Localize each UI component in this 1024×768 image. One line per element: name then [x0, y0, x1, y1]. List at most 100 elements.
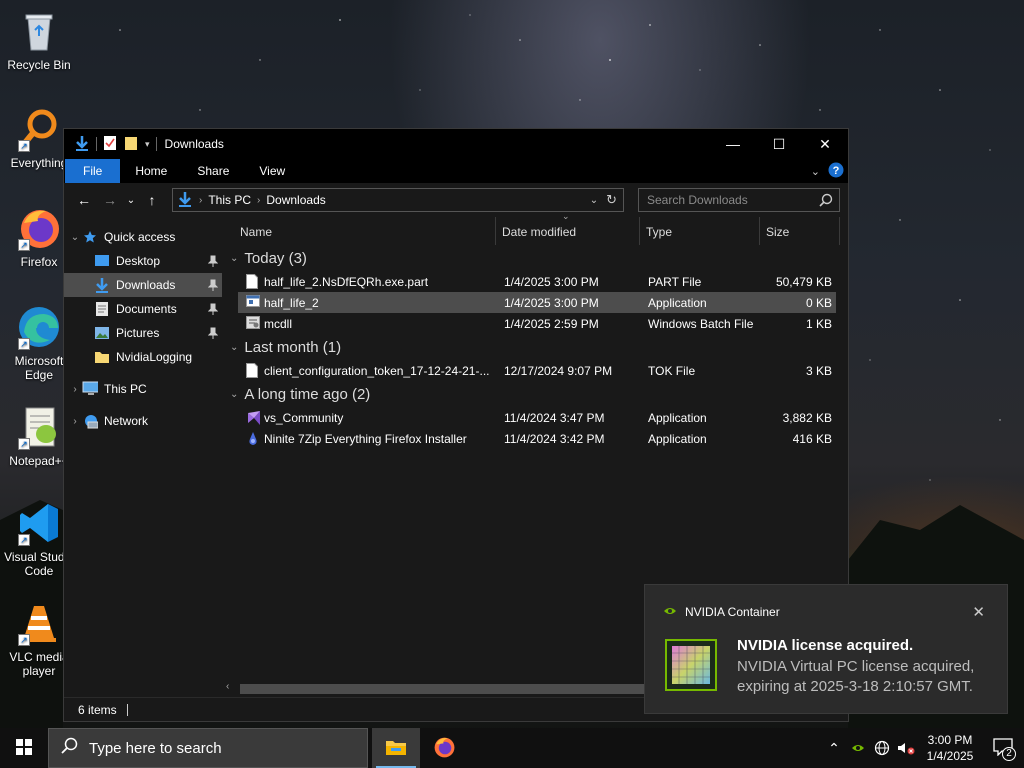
- properties-icon[interactable]: [103, 135, 117, 154]
- group-header-last-month[interactable]: ⌄ Last month (1): [222, 334, 848, 360]
- desktop-icon-recycle-bin[interactable]: Recycle Bin: [0, 8, 78, 72]
- maximize-button[interactable]: ☐: [756, 129, 802, 159]
- file-date: 1/4/2025 3:00 PM: [504, 275, 599, 289]
- file-row[interactable]: vs_Community 11/4/2024 3:47 PM Applicati…: [238, 407, 836, 428]
- nav-item-desktop[interactable]: Desktop: [64, 249, 222, 273]
- shortcut-arrow-icon: ↗: [18, 239, 30, 251]
- windows-logo-icon: [16, 738, 32, 758]
- quick-access-toolbar: ▾: [64, 135, 157, 154]
- column-headers: Name Date modified Type Size ⌄: [222, 211, 848, 245]
- desktop-icon-label: VLC media player: [9, 650, 69, 678]
- network-icon: [82, 413, 98, 429]
- firefox-icon: ↗: [16, 205, 62, 251]
- nvidia-tray-icon[interactable]: [846, 728, 870, 768]
- group-header-today[interactable]: ⌄ Today (3): [222, 245, 848, 271]
- breadcrumb-separator-icon[interactable]: ›: [257, 195, 260, 206]
- column-header-type[interactable]: Type: [640, 217, 760, 245]
- customize-toolbar-icon[interactable]: ▾: [145, 139, 150, 150]
- file-name: mcdll: [264, 317, 293, 331]
- taskbar-clock[interactable]: 3:00 PM 1/4/2025: [918, 732, 982, 764]
- recent-locations-chevron-icon[interactable]: ⌄: [124, 188, 138, 212]
- tab-file[interactable]: File: [65, 159, 121, 183]
- nav-item-pictures[interactable]: Pictures: [64, 321, 222, 345]
- scrollbar-thumb[interactable]: [240, 684, 644, 694]
- close-button[interactable]: ✕: [802, 129, 848, 159]
- item-count: 6 items: [78, 702, 117, 717]
- application-icon: [246, 295, 260, 310]
- taskbar-firefox[interactable]: [420, 728, 468, 768]
- address-bar[interactable]: › This PC › Downloads ⌄ ↻: [172, 188, 624, 212]
- volume-muted-icon[interactable]: [894, 728, 918, 768]
- shortcut-arrow-icon: ↗: [18, 534, 30, 546]
- pictures-icon: [94, 325, 110, 341]
- ninite-icon: [246, 431, 260, 446]
- breadcrumb-downloads[interactable]: Downloads: [266, 193, 325, 207]
- forward-button[interactable]: →: [98, 188, 122, 212]
- show-hidden-icons-chevron-icon[interactable]: ⌃: [822, 728, 846, 768]
- start-button[interactable]: [0, 728, 48, 768]
- nav-this-pc[interactable]: › This PC: [64, 377, 222, 401]
- network-globe-icon[interactable]: [870, 728, 894, 768]
- refresh-icon[interactable]: ↻: [606, 192, 617, 208]
- minimize-button[interactable]: —: [710, 129, 756, 159]
- address-dropdown-chevron-icon[interactable]: ⌄: [590, 195, 598, 206]
- nav-item-documents[interactable]: Documents: [64, 297, 222, 321]
- toast-app-header: NVIDIA Container: [663, 605, 780, 619]
- breadcrumb-separator-icon[interactable]: ›: [199, 195, 202, 206]
- tab-home[interactable]: Home: [120, 159, 182, 183]
- nav-item-nvidialogging[interactable]: NvidiaLogging: [64, 345, 222, 369]
- collapse-chevron-icon[interactable]: ⌄: [230, 389, 238, 400]
- file-date: 12/17/2024 9:07 PM: [504, 364, 613, 378]
- collapse-chevron-icon[interactable]: ⌄: [230, 342, 238, 353]
- help-icon[interactable]: ?: [828, 162, 844, 181]
- file-type: Application: [648, 411, 707, 425]
- back-button[interactable]: ←: [72, 188, 96, 212]
- ribbon-tabs: File Home Share View ⌄ ?: [64, 159, 848, 183]
- file-row[interactable]: half_life_2.NsDfEQRh.exe.part 1/4/2025 3…: [238, 271, 836, 292]
- file-row[interactable]: Ninite 7Zip Everything Firefox Installer…: [238, 428, 836, 449]
- file-row[interactable]: mcdll 1/4/2025 2:59 PM Windows Batch Fil…: [238, 313, 836, 334]
- file-size: 3 KB: [805, 364, 832, 378]
- file-size: 1 KB: [805, 317, 832, 331]
- nav-quick-access[interactable]: ⌄ Quick access: [64, 225, 222, 249]
- taskbar-search-box[interactable]: Type here to search: [48, 728, 368, 768]
- breadcrumb-this-pc[interactable]: This PC: [208, 193, 251, 207]
- group-label: Today (3): [244, 249, 307, 267]
- nvidia-chip-icon: [665, 639, 717, 691]
- scroll-left-arrow-icon[interactable]: ‹: [226, 681, 229, 692]
- nav-item-downloads[interactable]: Downloads: [64, 273, 222, 297]
- collapse-chevron-icon[interactable]: ⌄: [230, 253, 238, 264]
- file-size: 3,882 KB: [782, 411, 832, 425]
- taskbar-file-explorer[interactable]: [372, 728, 420, 768]
- column-header-size[interactable]: Size: [760, 217, 840, 245]
- search-box[interactable]: [638, 188, 840, 212]
- file-name: client_configuration_token_17-12-24-21-.…: [264, 364, 490, 378]
- expand-ribbon-chevron-icon[interactable]: ⌄: [811, 165, 820, 178]
- tab-view[interactable]: View: [244, 159, 300, 183]
- clock-time: 3:00 PM: [927, 733, 973, 747]
- action-center-button[interactable]: 2: [982, 728, 1024, 768]
- column-header-name[interactable]: Name: [234, 217, 496, 245]
- expand-chevron-icon[interactable]: ›: [68, 384, 82, 395]
- new-folder-icon[interactable]: [123, 135, 139, 154]
- file-row[interactable]: client_configuration_token_17-12-24-21-.…: [238, 360, 836, 381]
- expand-chevron-icon[interactable]: ⌄: [68, 232, 82, 243]
- title-bar[interactable]: ▾ Downloads — ☐ ✕: [64, 129, 848, 159]
- search-input[interactable]: [647, 193, 817, 207]
- expand-chevron-icon[interactable]: ›: [68, 416, 82, 427]
- tab-share[interactable]: Share: [182, 159, 244, 183]
- up-button[interactable]: ↑: [140, 188, 164, 212]
- group-header-long-time-ago[interactable]: ⌄ A long time ago (2): [222, 381, 848, 407]
- pin-icon: [207, 303, 219, 318]
- nvidia-toast-notification[interactable]: NVIDIA Container ✕ NVIDIA license acquir…: [644, 584, 1008, 714]
- file-row-selected[interactable]: half_life_2 1/4/2025 3:00 PM Application…: [238, 292, 836, 313]
- desktop-folder-icon: [94, 253, 110, 269]
- toolbar-divider: [96, 137, 97, 151]
- folder-icon: [94, 349, 110, 365]
- desktop-icon-label: Microsoft Edge: [14, 354, 64, 382]
- toast-close-button[interactable]: ✕: [972, 603, 985, 621]
- nav-network[interactable]: › Network: [64, 409, 222, 433]
- desktop-icon-label: Notepad++: [9, 454, 69, 468]
- file-type: PART File: [648, 275, 702, 289]
- file-size: 0 KB: [805, 296, 832, 310]
